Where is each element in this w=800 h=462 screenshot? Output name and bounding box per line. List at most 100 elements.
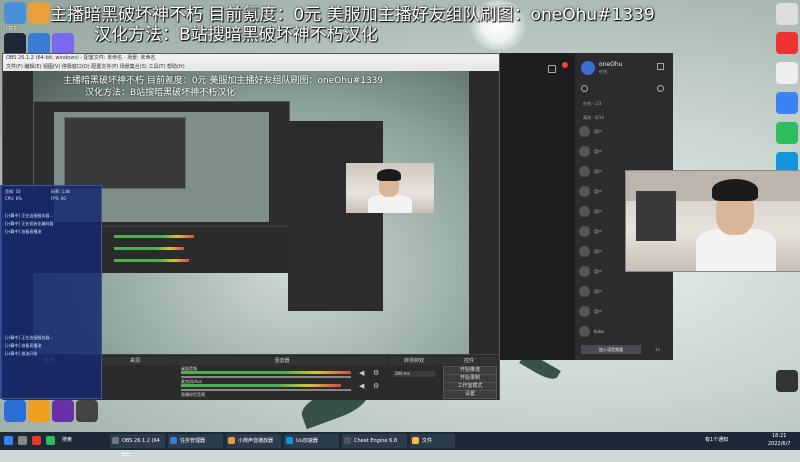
desktop-icon-label: 计算机 [3,26,19,32]
avatar [579,326,590,337]
member-name: 用户 [594,129,602,134]
steam-icon[interactable] [4,33,26,55]
menu-bar[interactable]: 文件(F) 编辑(E) 视图(V) 停靠窗口(D) 配置文件(P) 场景集合(S… [3,63,499,71]
member-item[interactable]: Kobe [579,325,669,339]
app-icon [170,437,177,444]
stream-overlay-subtitle: 汉化方法：B站搜暗黑破坏神不朽汉化 [94,25,378,45]
taskbar-item[interactable]: 小熊声音播放器 [226,434,281,448]
clock-time[interactable]: 18:21 [772,433,786,439]
person-shirt [368,195,412,213]
app-icon[interactable] [32,436,41,445]
avatar [579,166,590,177]
member-item[interactable]: 用户 [579,285,669,299]
avatar [579,206,590,217]
avatar [579,146,590,157]
recycle-bin-icon[interactable] [776,3,798,25]
nested-meter [114,259,189,262]
obs-icon [112,437,119,444]
app-icon[interactable] [28,400,50,422]
app-icon[interactable] [46,436,55,445]
app-icon[interactable] [776,32,798,54]
preview-overlay-text: 汉化方法：B站搜暗黑破坏神不朽汉化 [85,88,236,98]
avatar [579,286,590,297]
taskbar-item-label: OBS 26.1.2 (64 bit) [122,438,160,458]
person-shirt [696,229,776,271]
member-name: 用户 [594,209,602,214]
member-item[interactable]: 用户 [579,305,669,319]
mixer-dock-header: 混音器 [177,357,387,365]
taskbar-item[interactable]: 任务管理器 [168,434,223,448]
taskbar: 搜索 OBS 26.1.2 (64 bit) 任务管理器 小熊声音播放器 Uu加… [0,432,800,458]
member-item[interactable]: 用户 [579,145,669,159]
log-line: [计算中] 正在连接服务器... [5,335,54,340]
download-icon[interactable] [548,65,556,73]
taskbar-item[interactable]: OBS 26.1.2 (64 bit) [110,434,165,458]
external-link-icon[interactable] [657,63,664,70]
chrome-icon[interactable] [776,62,798,84]
clock-date[interactable]: 2022/6/7 [768,441,790,447]
search-icon[interactable] [657,85,664,92]
wechat-icon[interactable] [776,122,798,144]
audio-meter [181,384,341,387]
user-icon[interactable] [581,85,588,92]
chat-user-status: 在线 [599,69,607,74]
member-item[interactable]: 用户 [579,125,669,139]
gear-icon[interactable]: ⚙ [373,382,381,390]
app-icon [344,437,351,444]
sources-dock-header: 来源 [95,357,175,365]
join-voice-button[interactable]: 加入语音频道 [581,345,641,354]
network-icon[interactable] [28,33,50,55]
taskbar-item[interactable]: Cheat Engine 6.8 [342,434,407,448]
speaker-icon[interactable]: ◀ [359,382,367,390]
stream-log-panel: 丢帧: 16 码率: 1.8k CPU: 6% FPS: 60 [计算中] 正在… [0,185,102,399]
folder-icon [412,437,419,444]
taskbar-item-label: Cheat Engine 6.8 [354,438,398,444]
settings-icon[interactable] [776,370,798,392]
person-hair [377,169,401,181]
room-furniture [636,191,676,241]
avatar [579,306,590,317]
nested-obs-window [64,117,186,189]
person-hair [712,179,758,201]
transition-duration-field[interactable]: 300 ms [393,371,435,377]
app-icon[interactable] [4,400,26,422]
app-icon[interactable] [52,400,74,422]
search-icon[interactable] [18,436,27,445]
avatar [579,186,590,197]
volume-slider[interactable] [181,389,351,391]
volume-slider[interactable] [181,376,351,378]
member-name: 用户 [594,149,602,154]
gear-icon[interactable]: ⚙ [373,369,381,377]
settings-button[interactable]: 设置 [443,390,497,399]
member-name: 用户 [594,169,602,174]
log-stat: CPU: 6% [5,196,23,201]
chat-user-name: oneOhu [599,61,623,68]
log-stat: FPS: 60 [51,196,66,201]
webcam-feed [625,170,800,272]
member-name: 用户 [594,309,602,314]
taskbar-item-label: 任务管理器 [180,438,206,444]
dark-window [496,53,575,360]
audio-meter [181,371,351,374]
log-line: [计算中] 推流开始 [5,351,38,356]
app-icon[interactable] [76,400,98,422]
nested-meter [114,247,184,250]
taskbar-search-label[interactable]: 搜索 [62,436,72,443]
taskbar-item[interactable]: 文件 [410,434,455,448]
avatar[interactable] [581,61,595,75]
taskbar-item-label: 文件 [422,438,433,444]
taskbar-item[interactable]: Uu加速器 [284,434,339,448]
bilibili-icon[interactable] [28,2,50,24]
app-icon[interactable] [776,92,798,114]
avatar [579,126,590,137]
log-line: [计算中] 正在初始化编码器 [5,221,54,226]
tray-notification-text[interactable]: 有1个通知 [705,436,728,443]
offline-section-header[interactable]: 离线 - 0/14 [583,115,604,121]
start-icon[interactable] [4,436,13,445]
app-icon [228,437,235,444]
computer-icon[interactable] [4,2,26,24]
taskbar-item-label: Uu加速器 [296,438,318,444]
online-section-header[interactable]: 在线 - 1/3 [583,101,601,107]
discord-icon[interactable] [52,33,74,55]
speaker-icon[interactable]: ◀ [359,369,367,377]
